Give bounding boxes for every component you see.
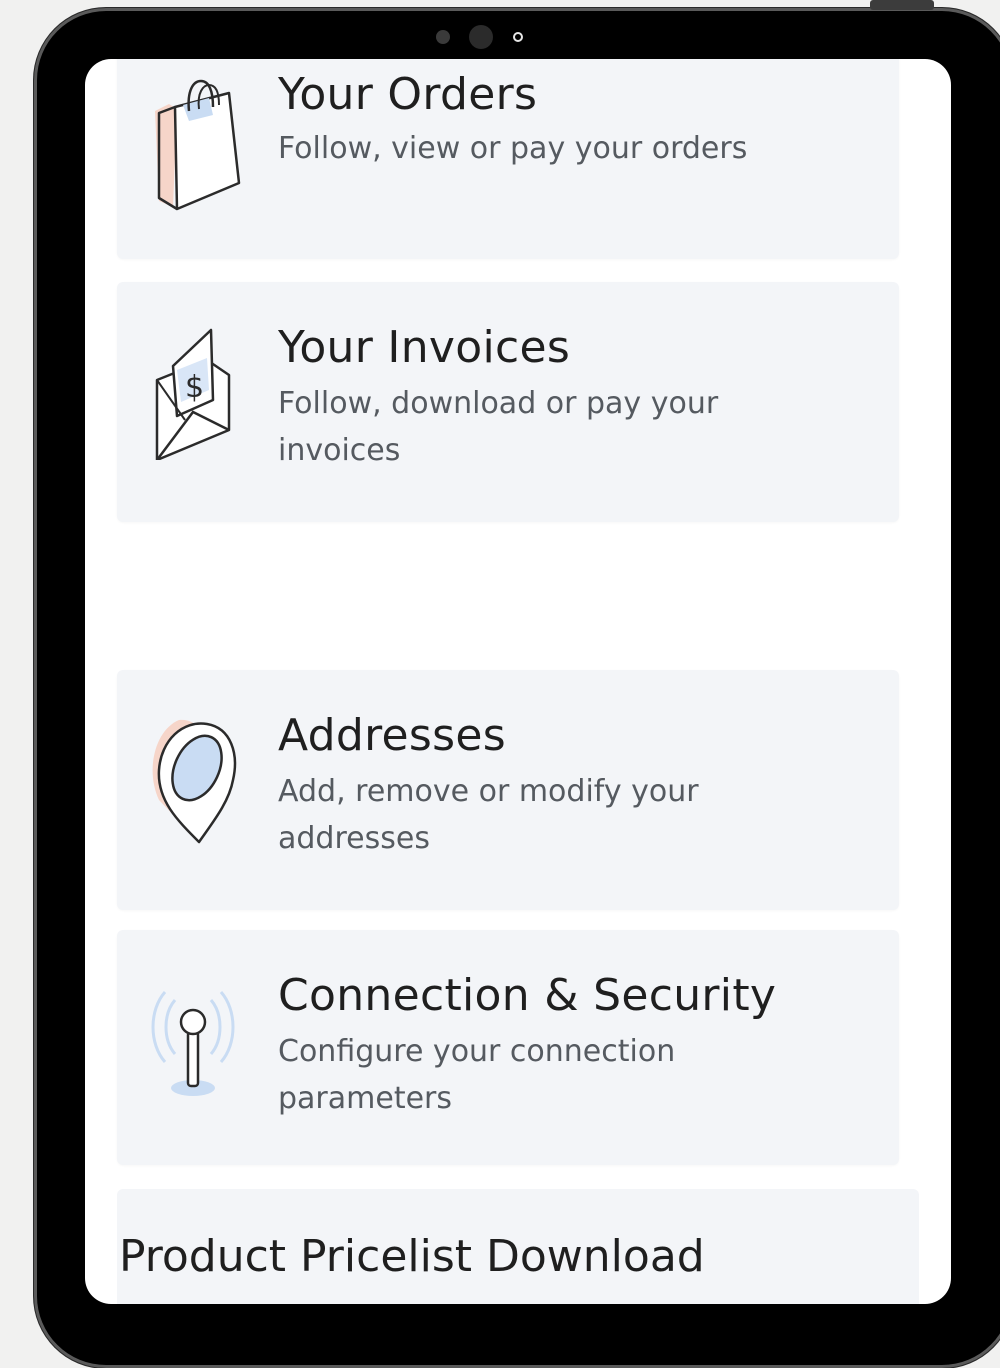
location-pin-icon — [152, 719, 237, 844]
svg-text:$: $ — [185, 370, 204, 405]
invoices-title: Your Invoices — [278, 322, 571, 373]
security-description: Configure your connection parameters — [278, 1034, 676, 1116]
antenna-signal-icon — [151, 991, 235, 1096]
pricelist-title: Product Pricelist Download — [119, 1231, 705, 1282]
orders-description: Follow, view or pay your orders — [278, 131, 748, 166]
addresses-title: Addresses — [278, 710, 506, 761]
addresses-description: Add, remove or modify your addresses — [278, 774, 699, 856]
security-title: Connection & Security — [278, 970, 777, 1021]
menu-card-pricelist[interactable]: Product Pricelist Download — [117, 1189, 919, 1304]
shopping-bag-icon — [155, 79, 241, 211]
menu-card-addresses[interactable]: Addresses Add, remove or modify your add… — [117, 670, 899, 910]
light-sensor — [513, 32, 523, 42]
sensor-dot — [436, 30, 450, 44]
invoices-description: Follow, download or pay your invoices — [278, 386, 719, 468]
invoice-envelope-icon: $ — [155, 328, 231, 460]
menu-card-orders[interactable]: Your Orders Follow, view or pay your ord… — [117, 59, 899, 259]
app-screen: Your Orders Follow, view or pay your ord… — [85, 59, 951, 1304]
menu-card-invoices[interactable]: $ Your Invoices Follow, download or pay … — [117, 282, 899, 522]
camera-lens — [469, 25, 493, 49]
menu-card-security[interactable]: Connection & Security Configure your con… — [117, 930, 899, 1165]
camera-bar — [0, 0, 1000, 60]
orders-title: Your Orders — [278, 69, 538, 120]
